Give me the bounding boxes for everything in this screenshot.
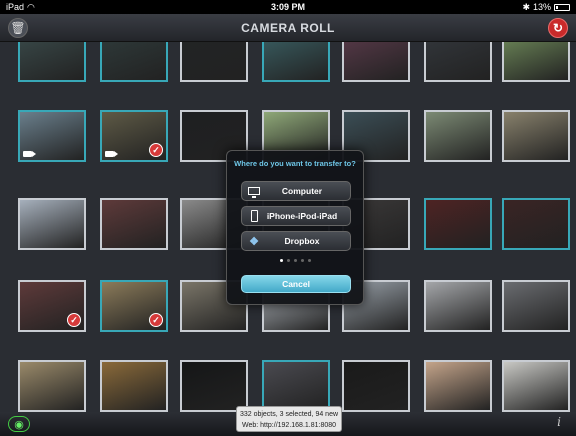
eye-icon[interactable]: ◉ [8, 416, 30, 432]
photo-thumbnail[interactable] [502, 360, 570, 412]
photo-thumbnail[interactable] [100, 198, 168, 250]
photo-thumbnail[interactable] [100, 360, 168, 412]
server-status: 332 objects, 3 selected, 94 new Web: htt… [236, 406, 342, 432]
checkmark-icon: ✓ [67, 313, 81, 327]
video-icon [105, 151, 118, 157]
photo-thumbnail[interactable]: ✓ [100, 110, 168, 162]
status-line-1: 332 objects, 3 selected, 94 new [239, 411, 339, 418]
cancel-button[interactable]: Cancel [241, 275, 351, 293]
checkmark-icon: ✓ [149, 143, 163, 157]
status-line-2: Web: http://192.168.1.81:8080 [241, 422, 337, 429]
photo-thumbnail[interactable] [18, 198, 86, 250]
photo-thumbnail[interactable] [424, 198, 492, 250]
checkmark-icon: ✓ [149, 313, 163, 327]
photo-thumbnail[interactable] [424, 42, 492, 82]
photo-thumbnail[interactable] [180, 42, 248, 82]
photo-thumbnail[interactable]: ✓ [18, 280, 86, 332]
photo-thumbnail[interactable] [18, 360, 86, 412]
page-dot[interactable] [286, 259, 290, 262]
status-bar: iPad ◠ 3:09 PM ✱ 13% [0, 0, 576, 14]
photo-thumbnail[interactable] [424, 280, 492, 332]
option-label: iPhone-iPod-iPad [266, 211, 338, 221]
photo-thumbnail[interactable] [502, 42, 570, 82]
option-label: Dropbox [284, 236, 320, 246]
photo-thumbnail[interactable] [502, 280, 570, 332]
dropbox-option-button[interactable]: ❖ Dropbox [241, 231, 351, 251]
photo-thumbnail[interactable] [342, 42, 410, 82]
photo-thumbnail[interactable] [100, 42, 168, 82]
page-title: CAMERA ROLL [241, 21, 335, 35]
photo-thumbnail[interactable] [18, 42, 86, 82]
photo-thumbnail[interactable] [424, 360, 492, 412]
status-time: 3:09 PM [270, 2, 305, 12]
toolbar: 🗑 CAMERA ROLL ↻ [0, 14, 576, 42]
page-dot[interactable] [293, 259, 297, 262]
dialog-question: Where do you want to transfer to? [234, 159, 356, 168]
photo-thumbnail[interactable] [262, 360, 330, 412]
iphone-ipod-ipad-option-button[interactable]: iPhone-iPod-iPad [241, 206, 351, 226]
photo-thumbnail[interactable] [342, 360, 410, 412]
dropbox-icon: ❖ [249, 235, 259, 248]
computer-option-button[interactable]: Computer [241, 181, 351, 201]
page-dot[interactable] [307, 259, 311, 262]
refresh-icon[interactable]: ↻ [548, 18, 568, 38]
transfer-dialog: Where do you want to transfer to? Comput… [226, 150, 364, 305]
photo-thumbnail[interactable] [424, 110, 492, 162]
info-icon[interactable]: i [550, 415, 568, 433]
page-indicator [227, 259, 363, 262]
photo-thumbnail[interactable] [262, 42, 330, 82]
option-label: Computer [281, 186, 323, 196]
photo-thumbnail[interactable] [180, 360, 248, 412]
photo-thumbnail[interactable]: ✓ [100, 280, 168, 332]
battery-icon [554, 3, 570, 11]
photo-thumbnail[interactable] [502, 110, 570, 162]
monitor-icon [242, 187, 266, 198]
photo-thumbnail[interactable] [502, 198, 570, 250]
phone-icon [242, 210, 266, 222]
page-dot[interactable] [300, 259, 304, 262]
photo-thumbnail[interactable] [18, 110, 86, 162]
page-dot[interactable] [279, 259, 283, 262]
video-icon [23, 151, 36, 157]
